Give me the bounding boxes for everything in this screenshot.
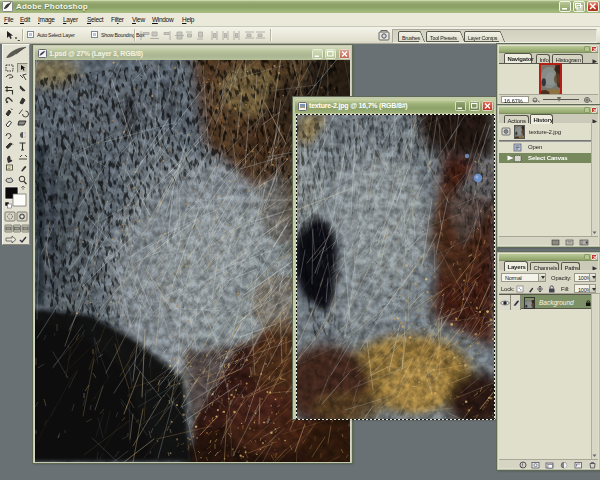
svg-text:f: f xyxy=(522,462,525,468)
